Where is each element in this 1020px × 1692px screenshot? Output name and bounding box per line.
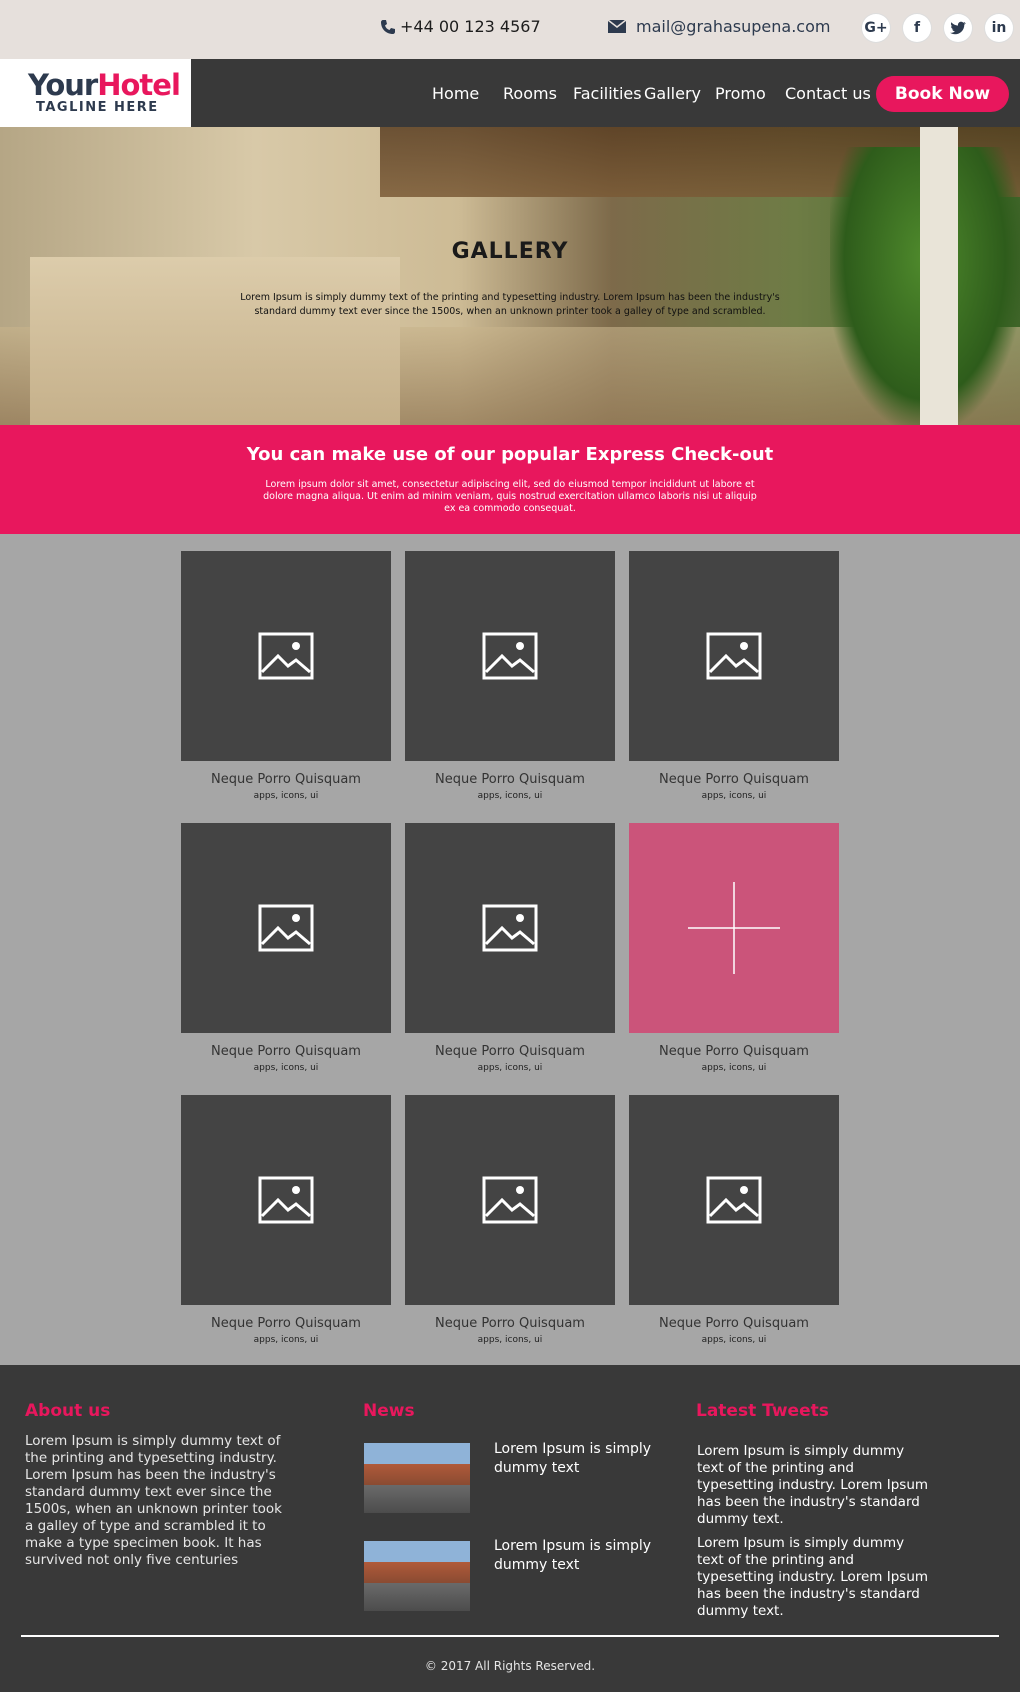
gallery-item-title: Neque Porro Quisquam — [659, 1316, 809, 1331]
news-thumbnail[interactable] — [364, 1443, 470, 1513]
image-placeholder-icon — [706, 1176, 762, 1224]
linkedin-glyph: in — [991, 20, 1007, 36]
email-address: mail@grahasupena.com — [636, 17, 831, 36]
main-navbar: YourHotel TAGLINE HERE Home Rooms Facili… — [0, 59, 1020, 127]
about-heading: About us — [25, 1401, 111, 1421]
image-placeholder-icon — [482, 904, 538, 952]
logo-part-your: Your — [28, 68, 98, 102]
facebook-glyph: f — [913, 20, 921, 36]
gallery-item-tags: apps, icons, ui — [701, 791, 767, 801]
gallery-item-tags: apps, icons, ui — [477, 1335, 543, 1345]
hero-subtitle: Lorem Ipsum is simply dummy text of the … — [240, 292, 780, 317]
image-placeholder-icon — [482, 1176, 538, 1224]
gallery-tile[interactable] — [405, 551, 615, 761]
gallery-item-title: Neque Porro Quisquam — [435, 1044, 585, 1059]
twitter-icon[interactable] — [944, 14, 972, 42]
hero-desk-graphic — [30, 257, 400, 425]
news-item-title[interactable]: Lorem Ipsum is simply dummy text — [494, 1537, 664, 1575]
gallery-tile[interactable] — [629, 1095, 839, 1305]
gallery-item-title: Neque Porro Quisquam — [435, 772, 585, 787]
logo-wordmark: YourHotel — [28, 68, 181, 102]
gallery-item-title: Neque Porro Quisquam — [435, 1316, 585, 1331]
gallery-item-tags: apps, icons, ui — [253, 791, 319, 801]
tweets-heading: Latest Tweets — [696, 1401, 829, 1421]
tweet-text: Lorem Ipsum is simply dummy text of the … — [697, 1535, 929, 1619]
gallery-caption: Neque Porro Quisquam apps, icons, ui — [629, 1044, 839, 1073]
gallery-tile[interactable] — [181, 823, 391, 1033]
nav-contact-us[interactable]: Contact us — [785, 84, 871, 103]
about-text: Lorem Ipsum is simply dummy text of the … — [25, 1433, 282, 1568]
page-title: GALLERY — [451, 239, 569, 264]
google-plus-glyph: G+ — [864, 20, 888, 36]
gallery-grid: Neque Porro Quisquam apps, icons, ui Neq… — [0, 534, 1020, 1365]
linkedin-icon[interactable]: in — [985, 14, 1013, 42]
gallery-item-title: Neque Porro Quisquam — [659, 772, 809, 787]
gallery-item-tags: apps, icons, ui — [701, 1335, 767, 1345]
gallery-tile[interactable] — [405, 823, 615, 1033]
nav-rooms[interactable]: Rooms — [503, 84, 557, 103]
logo-tagline: TAGLINE HERE — [36, 100, 159, 115]
google-plus-icon[interactable]: G+ — [862, 14, 890, 42]
facebook-icon[interactable]: f — [903, 14, 931, 42]
image-placeholder-icon — [706, 632, 762, 680]
contact-phone[interactable]: +44 00 123 4567 — [380, 17, 541, 36]
band-title: You can make use of our popular Express … — [246, 444, 774, 465]
gallery-caption: Neque Porro Quisquam apps, icons, ui — [181, 1316, 391, 1345]
gallery-item-tags: apps, icons, ui — [701, 1063, 767, 1073]
nav-gallery[interactable]: Gallery — [644, 84, 701, 103]
nav-facilities[interactable]: Facilities — [573, 84, 642, 103]
nav-home[interactable]: Home — [432, 84, 479, 103]
contact-email[interactable]: mail@grahasupena.com — [608, 17, 830, 36]
tweet-text: Lorem Ipsum is simply dummy text of the … — [697, 1443, 929, 1527]
gallery-item-title: Neque Porro Quisquam — [211, 772, 361, 787]
band-text: Lorem ipsum dolor sit amet, consectetur … — [263, 479, 757, 514]
book-now-button[interactable]: Book Now — [876, 76, 1009, 112]
gallery-item-tags: apps, icons, ui — [253, 1063, 319, 1073]
gallery-caption: Neque Porro Quisquam apps, icons, ui — [405, 1316, 615, 1345]
logo-part-hotel: Hotel — [97, 68, 181, 102]
site-footer: About us Lorem Ipsum is simply dummy tex… — [0, 1365, 1020, 1692]
gallery-item-tags: apps, icons, ui — [253, 1335, 319, 1345]
news-thumbnail[interactable] — [364, 1541, 470, 1611]
gallery-caption: Neque Porro Quisquam apps, icons, ui — [181, 1044, 391, 1073]
envelope-icon — [608, 20, 626, 33]
news-heading: News — [363, 1401, 415, 1421]
image-placeholder-icon — [258, 904, 314, 952]
gallery-tile[interactable] — [629, 551, 839, 761]
gallery-item-tags: apps, icons, ui — [477, 791, 543, 801]
gallery-caption: Neque Porro Quisquam apps, icons, ui — [405, 1044, 615, 1073]
hero-pillar-graphic — [920, 127, 958, 425]
gallery-tile[interactable] — [181, 551, 391, 761]
phone-icon — [380, 19, 396, 35]
gallery-caption: Neque Porro Quisquam apps, icons, ui — [629, 1316, 839, 1345]
nav-promo[interactable]: Promo — [715, 84, 766, 103]
footer-divider — [21, 1635, 999, 1637]
image-placeholder-icon — [258, 1176, 314, 1224]
gallery-caption: Neque Porro Quisquam apps, icons, ui — [405, 772, 615, 801]
gallery-item-title: Neque Porro Quisquam — [659, 1044, 809, 1059]
image-placeholder-icon — [482, 632, 538, 680]
gallery-caption: Neque Porro Quisquam apps, icons, ui — [181, 772, 391, 801]
gallery-tile[interactable] — [181, 1095, 391, 1305]
gallery-item-title: Neque Porro Quisquam — [211, 1044, 361, 1059]
gallery-item-title: Neque Porro Quisquam — [211, 1316, 361, 1331]
express-checkout-band: You can make use of our popular Express … — [0, 425, 1020, 534]
hotel-logo[interactable]: YourHotel TAGLINE HERE — [0, 59, 191, 127]
gallery-tile[interactable] — [405, 1095, 615, 1305]
phone-number: +44 00 123 4567 — [400, 17, 541, 36]
image-placeholder-icon — [258, 632, 314, 680]
hero-banner: GALLERY Lorem Ipsum is simply dummy text… — [0, 127, 1020, 425]
gallery-tile-hovered[interactable] — [629, 823, 839, 1033]
gallery-item-tags: apps, icons, ui — [477, 1063, 543, 1073]
top-bar: +44 00 123 4567 mail@grahasupena.com G+ … — [0, 0, 1020, 59]
news-item-title[interactable]: Lorem Ipsum is simply dummy text — [494, 1440, 664, 1478]
gallery-caption: Neque Porro Quisquam apps, icons, ui — [629, 772, 839, 801]
copyright: © 2017 All Rights Reserved. — [424, 1659, 596, 1673]
plus-icon — [688, 882, 780, 974]
social-links: G+ f in — [862, 14, 1013, 42]
